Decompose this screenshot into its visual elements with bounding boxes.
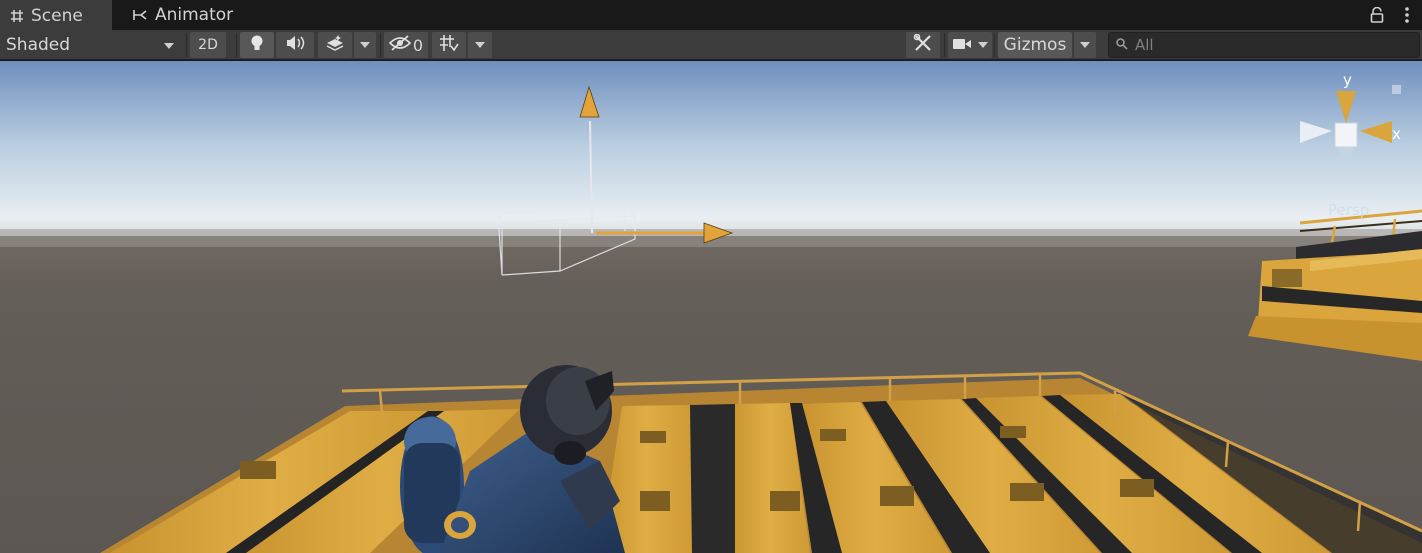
audio-toggle[interactable] [276,32,314,58]
scene-viewport[interactable]: y x Persp [0,61,1422,553]
audio-speaker-icon [285,35,305,55]
grid-snap-dropdown[interactable] [468,32,492,58]
scene-render[interactable]: y x [0,61,1422,553]
divider [944,33,945,57]
mode-2d-label: 2D [198,37,218,53]
tab-animator[interactable]: Animator [124,0,244,30]
tab-animator-label: Animator [155,5,234,25]
effects-dropdown[interactable] [354,32,376,58]
gizmos-dropdown[interactable] [1074,32,1096,58]
lighting-toggle[interactable] [240,32,274,58]
effects-layers-icon [325,34,345,56]
gizmo-y-label: y [1343,71,1352,89]
divider [236,33,237,57]
gizmos-label: Gizmos [1003,35,1067,55]
grid-hash-icon [10,9,24,23]
gizmo-lock-square[interactable] [1392,85,1401,94]
mode-2d-button[interactable]: 2D [190,32,226,58]
divider [186,33,187,57]
window-tab-bar: Scene Animator [0,0,1422,30]
projection-label[interactable]: Persp [1328,201,1369,219]
chevron-down-icon [1080,42,1090,48]
grid-snap-icon [439,34,459,56]
draw-mode-dropdown[interactable]: Shaded [0,32,184,58]
sky [0,61,1422,246]
tools-wrench-icon [913,33,933,56]
scene-search-field[interactable] [1108,32,1420,58]
gizmos-toggle[interactable]: Gizmos [998,32,1072,58]
search-icon [1115,36,1129,55]
chevron-down-icon [475,42,485,48]
chevron-down-icon [360,42,370,48]
chevron-down-icon [164,43,174,49]
lock-icon[interactable] [1370,6,1384,27]
effects-toggle[interactable] [318,32,352,58]
lightbulb-icon [249,34,265,56]
animator-flow-icon [132,8,148,22]
divider [994,33,995,57]
tab-scene-label: Scene [31,6,83,26]
scene-toolbar: Shaded 2D 0 Gizmos All [0,30,1422,60]
tools-button[interactable] [906,32,940,58]
hidden-objects-count: 0 [412,35,424,55]
more-vertical-icon[interactable] [1404,6,1410,28]
search-input[interactable] [1135,36,1415,54]
tab-scene[interactable]: Scene [0,0,112,30]
chevron-down-icon [978,42,988,48]
draw-mode-label: Shaded [6,35,71,55]
scene-visibility-toggle[interactable]: 0 [384,32,428,58]
eye-slash-icon [388,35,412,55]
grid-snap-toggle[interactable] [432,32,466,58]
gizmo-x-label: x [1392,125,1401,143]
camera-settings-dropdown[interactable] [948,32,992,58]
camera-icon [952,36,972,55]
divider [380,33,381,57]
